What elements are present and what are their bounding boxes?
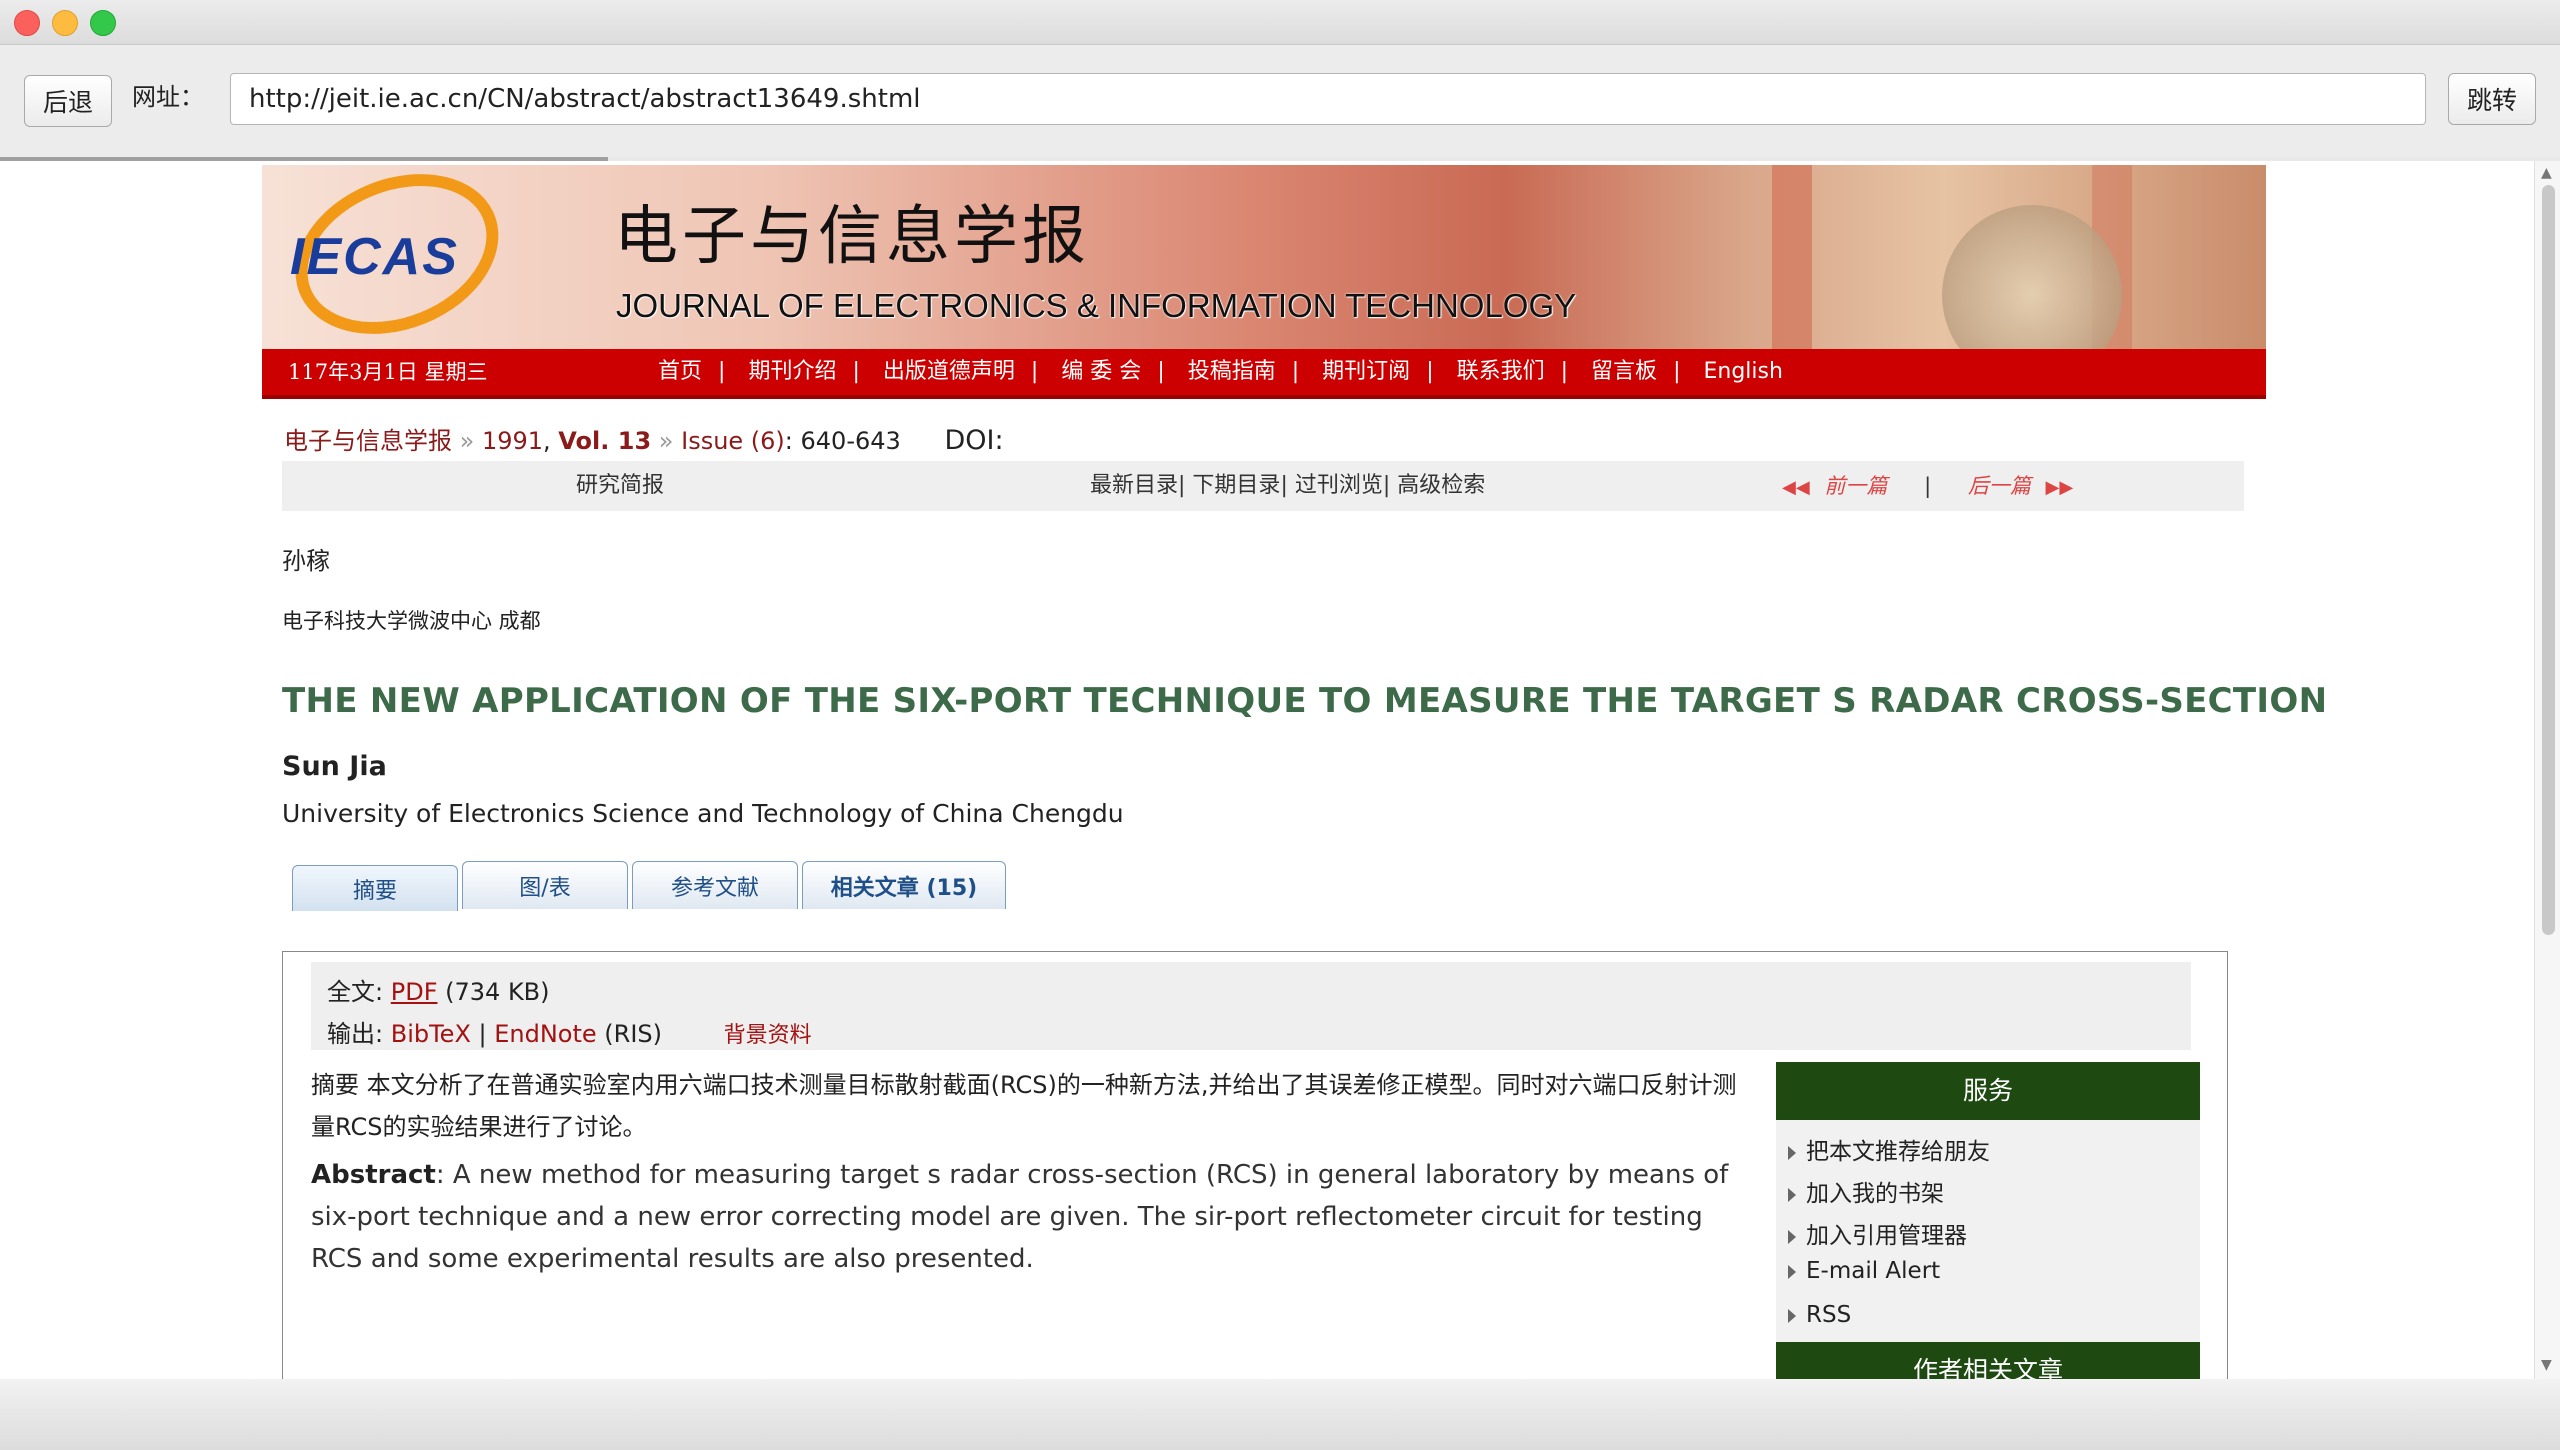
journal-title-en: JOURNAL OF ELECTRONICS & INFORMATION TEC… (616, 287, 1577, 324)
abstract-panel: 全文: PDF (734 KB) 输出: BibTeX | EndNote (R… (282, 951, 2228, 1379)
caret-right-icon (1788, 1145, 1796, 1160)
export-label: 输出: (327, 1020, 384, 1048)
breadcrumb-pages: : 640-643 (784, 427, 901, 455)
vertical-scrollbar[interactable]: ▲ ▼ (2534, 161, 2560, 1379)
url-label: 网址： (132, 83, 204, 111)
window-titlebar (0, 0, 2560, 45)
service-bookshelf[interactable]: 加入我的书架 (1788, 1174, 1944, 1208)
nav-editorial-board[interactable]: 编 委 会 (1061, 359, 1141, 384)
pdf-size: (734 KB) (445, 978, 550, 1006)
breadcrumb-issue[interactable]: Issue (6) (681, 427, 785, 455)
next-article-link[interactable]: 后一篇 (1968, 474, 2031, 498)
article-subbar: 研究简报 最新目录| 下期目录| 过刊浏览| 高级检索 ◀◀ 前一篇 | 后一篇… (282, 461, 2244, 511)
article-pager: ◀◀ 前一篇 | 后一篇 ▶▶ (1782, 474, 2074, 498)
journal-banner: IECAS 电子与信息学报 JOURNAL OF ELECTRONICS & I… (262, 165, 2266, 349)
nav-menu: 首页 | 期刊介绍 | 出版道德声明 | 编 委 会 | 投稿指南 | 期刊订阅 | 联系我… (658, 359, 1783, 384)
bibtex-link[interactable]: BibTeX (391, 1020, 471, 1048)
iecas-logo[interactable]: IECAS (290, 227, 459, 287)
background-link[interactable]: 背景资料 (724, 1023, 812, 1048)
minimize-window-button[interactable] (52, 10, 78, 36)
tab-figures[interactable]: 图/表 (462, 861, 628, 909)
link-next-issue[interactable]: 下期目录 (1192, 473, 1280, 498)
nav-ethics[interactable]: 出版道德声明 (883, 359, 1015, 384)
article-title-en: THE NEW APPLICATION OF THE SIX-PORT TECH… (282, 681, 2328, 721)
link-advanced-search[interactable]: 高级检索 (1397, 473, 1485, 498)
link-latest-issue[interactable]: 最新目录 (1090, 473, 1178, 498)
service-recommend[interactable]: 把本文推荐给朋友 (1788, 1132, 1990, 1166)
endnote-link[interactable]: EndNote (494, 1020, 596, 1048)
go-button[interactable]: 跳转 (2448, 73, 2536, 125)
tab-references[interactable]: 参考文献 (632, 861, 798, 909)
service-rss[interactable]: RSS (1788, 1302, 1851, 1328)
caret-right-icon (1788, 1264, 1796, 1279)
tab-abstract[interactable]: 摘要 (292, 865, 458, 911)
current-date: 117年3月1日 星期三 (288, 360, 488, 384)
nav-message-board[interactable]: 留言板 (1591, 359, 1657, 384)
next-arrow-icon[interactable]: ▶▶ (2046, 477, 2074, 498)
scroll-down-icon[interactable]: ▼ (2541, 1357, 2552, 1373)
breadcrumb-journal[interactable]: 电子与信息学报 (284, 427, 452, 455)
service-citation-manager[interactable]: 加入引用管理器 (1788, 1216, 1967, 1250)
breadcrumb: 电子与信息学报 » 1991, Vol. 13 » Issue (6): 640… (284, 425, 1004, 456)
author-related-heading: 作者相关文章 (1776, 1342, 2200, 1379)
issue-links: 最新目录| 下期目录| 过刊浏览| 高级检索 (1090, 473, 1486, 498)
window-bottom-bar (0, 1379, 2560, 1450)
prev-arrow-icon[interactable]: ◀◀ (1782, 477, 1810, 498)
abstract-en: Abstract: A new method for measuring tar… (311, 1154, 1761, 1280)
service-email-alert[interactable]: E-mail Alert (1788, 1258, 1940, 1284)
nav-subscription[interactable]: 期刊订阅 (1322, 359, 1410, 384)
nav-english[interactable]: English (1703, 359, 1782, 384)
caret-right-icon (1788, 1308, 1796, 1323)
page-viewport: IECAS 电子与信息学报 JOURNAL OF ELECTRONICS & I… (0, 161, 2534, 1379)
link-back-issues[interactable]: 过刊浏览 (1295, 473, 1383, 498)
abstract-en-label: Abstract (311, 1160, 436, 1190)
journal-title-cn: 电子与信息学报 (614, 200, 1090, 274)
scroll-up-icon[interactable]: ▲ (2541, 165, 2552, 181)
prev-article-link[interactable]: 前一篇 (1824, 474, 1887, 498)
abstract-cn-text: 本文分析了在普通实验室内用六端口技术测量目标散射截面(RCS)的一种新方法,并给… (311, 1071, 1737, 1141)
url-input[interactable]: http://jeit.ie.ac.cn/CN/abstract/abstrac… (230, 73, 2426, 125)
author-en: Sun Jia (282, 751, 387, 782)
nav-home[interactable]: 首页 (658, 359, 702, 384)
pdf-link[interactable]: PDF (391, 978, 438, 1006)
section-label: 研究简报 (576, 473, 665, 498)
services-sidebar: 服务 把本文推荐给朋友 加入我的书架 加入引用管理器 E-mail Alert … (1776, 1062, 2200, 1379)
breadcrumb-volume[interactable]: Vol. 13 (558, 427, 651, 455)
affiliation-cn: 电子科技大学微波中心 成都 (282, 609, 541, 633)
scroll-thumb[interactable] (2542, 185, 2555, 935)
site-nav-bar: 117年3月1日 星期三 首页 | 期刊介绍 | 出版道德声明 | 编 委 会 | 投稿… (262, 349, 2266, 399)
services-heading: 服务 (1776, 1062, 2200, 1120)
caret-right-icon (1788, 1187, 1796, 1202)
abstract-cn: 摘要 本文分析了在普通实验室内用六端口技术测量目标散射截面(RCS)的一种新方法… (311, 1064, 1741, 1148)
nav-submission-guide[interactable]: 投稿指南 (1188, 359, 1276, 384)
browser-toolbar: 后退 网址： http://jeit.ie.ac.cn/CN/abstract/… (0, 45, 2560, 157)
fulltext-box: 全文: PDF (734 KB) 输出: BibTeX | EndNote (R… (311, 962, 2191, 1050)
author-cn: 孙稼 (282, 547, 330, 575)
nav-contact[interactable]: 联系我们 (1457, 359, 1545, 384)
doi-label: DOI: (944, 425, 1004, 456)
ris-label: (RIS) (604, 1020, 663, 1048)
tab-related-articles[interactable]: 相关文章 (15) (802, 861, 1006, 909)
abstract-cn-label: 摘要 (311, 1071, 359, 1099)
back-button[interactable]: 后退 (24, 75, 112, 127)
nav-journal-intro[interactable]: 期刊介绍 (748, 359, 836, 384)
affiliation-en: University of Electronics Science and Te… (282, 799, 1124, 828)
fulltext-label: 全文: (327, 978, 384, 1006)
caret-right-icon (1788, 1229, 1796, 1244)
abstract-en-text: : A new method for measuring target s ra… (311, 1160, 1729, 1274)
breadcrumb-year[interactable]: 1991 (482, 427, 543, 455)
maximize-window-button[interactable] (90, 10, 116, 36)
close-window-button[interactable] (14, 10, 40, 36)
